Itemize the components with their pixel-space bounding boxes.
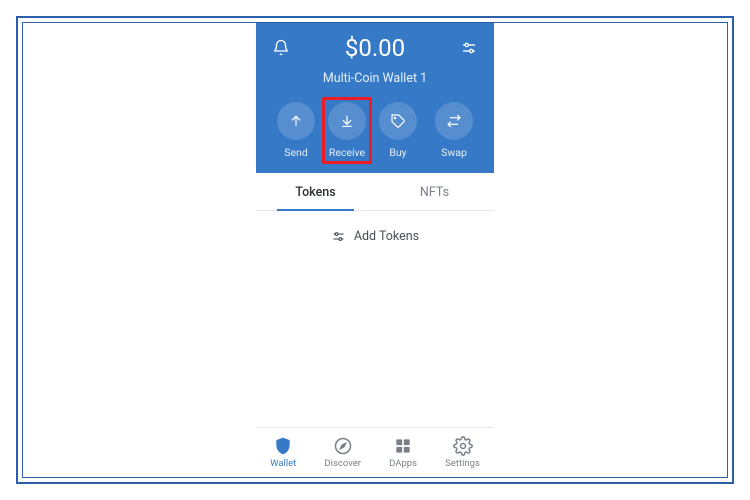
balance-amount: $0.00 [292, 34, 458, 62]
wallet-header: $0.00 Multi-Coin Wallet 1 [256, 23, 494, 173]
bottom-nav: Wallet Discover [256, 427, 494, 477]
token-list: Add Tokens [256, 211, 494, 427]
asset-tabs: Tokens NFTs [256, 173, 494, 211]
wallet-name[interactable]: Multi-Coin Wallet 1 [270, 71, 480, 86]
nav-discover-label: Discover [324, 458, 361, 469]
tab-nfts[interactable]: NFTs [375, 173, 494, 210]
gear-icon [453, 436, 473, 456]
send-button[interactable]: Send [271, 102, 321, 159]
tab-tokens[interactable]: Tokens [256, 173, 375, 210]
buy-button[interactable]: Buy [373, 102, 423, 159]
swap-button[interactable]: Swap [429, 102, 479, 159]
settings-filter-icon[interactable] [458, 37, 480, 59]
send-label: Send [284, 146, 308, 159]
buy-label: Buy [389, 146, 406, 159]
notifications-icon[interactable] [270, 37, 292, 59]
nav-wallet-label: Wallet [270, 458, 296, 469]
wallet-app: $0.00 Multi-Coin Wallet 1 [256, 23, 494, 477]
nav-settings[interactable]: Settings [445, 436, 480, 469]
swap-label: Swap [441, 146, 467, 159]
nav-discover[interactable]: Discover [324, 436, 361, 469]
add-tokens-button[interactable]: Add Tokens [256, 211, 494, 262]
filter-icon [331, 229, 346, 244]
compass-icon [333, 436, 353, 456]
action-row: Send Receive [270, 102, 480, 159]
nav-settings-label: Settings [445, 458, 480, 469]
receive-button[interactable]: Receive [322, 97, 372, 164]
nav-dapps[interactable]: DApps [389, 436, 417, 469]
nav-wallet[interactable]: Wallet [270, 436, 296, 469]
add-tokens-label: Add Tokens [354, 229, 419, 244]
nav-dapps-label: DApps [389, 458, 417, 469]
receive-label: Receive [329, 146, 365, 159]
shield-icon [273, 436, 293, 456]
grid-icon [393, 436, 413, 456]
